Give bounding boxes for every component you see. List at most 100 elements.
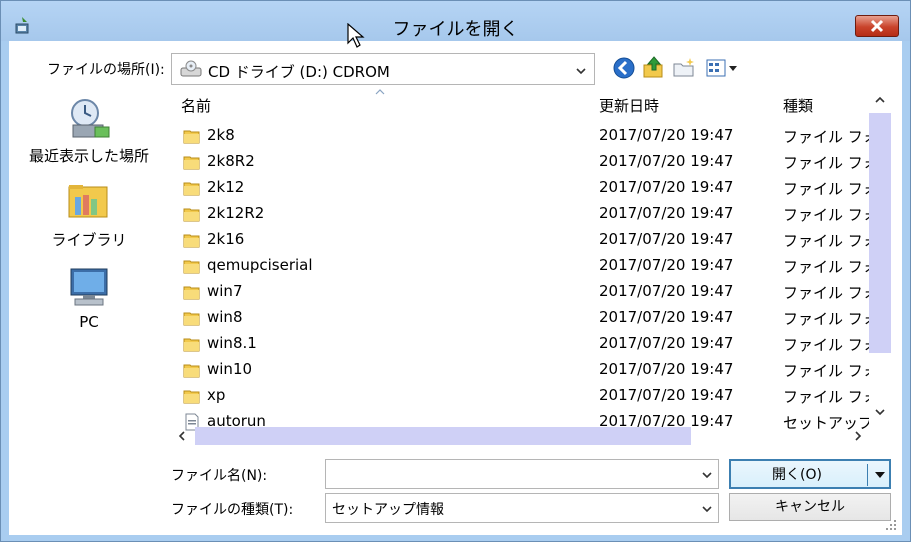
open-button[interactable]: 開く(O) bbox=[729, 459, 891, 489]
file-type: ファイル フォルダー bbox=[783, 258, 869, 276]
file-row[interactable]: 2k8 2017/07/20 19:47 ファイル フォルダー bbox=[171, 123, 871, 149]
file-name: 2k12 bbox=[207, 178, 245, 196]
file-type: ファイル フォルダー bbox=[783, 284, 869, 302]
chevron-down-icon[interactable] bbox=[574, 64, 588, 78]
file-name: xp bbox=[207, 386, 226, 404]
chevron-down-icon[interactable] bbox=[700, 502, 714, 516]
libraries-icon bbox=[68, 185, 108, 218]
places-bar: 最近表示した場所 ライブラリ PC bbox=[9, 91, 169, 421]
file-date: 2017/07/20 19:47 bbox=[599, 386, 734, 404]
vertical-scroll-thumb[interactable] bbox=[869, 113, 891, 353]
file-row[interactable]: 2k8R2 2017/07/20 19:47 ファイル フォルダー bbox=[171, 149, 871, 175]
file-type: ファイル フォルダー bbox=[783, 232, 869, 250]
scroll-right-icon[interactable] bbox=[851, 429, 865, 443]
file-row[interactable]: win10 2017/07/20 19:47 ファイル フォルダー bbox=[171, 357, 871, 383]
file-name: win8 bbox=[207, 308, 243, 326]
place-recent-label: 最近表示した場所 bbox=[28, 147, 149, 165]
place-pc-label: PC bbox=[79, 313, 99, 331]
location-combo[interactable]: CD ドライブ (D:) CDROM bbox=[171, 53, 595, 85]
new-folder-icon[interactable] bbox=[671, 55, 697, 81]
file-type: ファイル フォルダー bbox=[783, 310, 869, 328]
recent-places-icon bbox=[71, 99, 110, 138]
filename-combo[interactable] bbox=[325, 459, 719, 489]
file-name: win10 bbox=[207, 360, 253, 378]
folder-icon bbox=[183, 182, 200, 196]
file-row[interactable]: qemupciserial 2017/07/20 19:47 ファイル フォルダー bbox=[171, 253, 871, 279]
folder-icon bbox=[183, 390, 200, 404]
file-type: ファイル フォルダー bbox=[783, 362, 869, 380]
sort-ascending-icon bbox=[375, 89, 385, 95]
computer-icon bbox=[70, 268, 108, 306]
resize-grip-icon[interactable] bbox=[885, 519, 897, 531]
filename-input[interactable] bbox=[330, 463, 694, 487]
column-header-type[interactable]: 種類 bbox=[783, 95, 813, 116]
column-header-date[interactable]: 更新日時 bbox=[599, 95, 659, 116]
file-name: 2k8R2 bbox=[207, 152, 255, 170]
folder-icon bbox=[183, 130, 200, 144]
close-button[interactable] bbox=[855, 15, 899, 37]
scroll-up-icon[interactable] bbox=[873, 93, 887, 107]
open-button-label: 開く(O) bbox=[772, 467, 822, 483]
file-row[interactable]: win7 2017/07/20 19:47 ファイル フォルダー bbox=[171, 279, 871, 305]
file-row[interactable]: 2k12R2 2017/07/20 19:47 ファイル フォルダー bbox=[171, 201, 871, 227]
file-date: 2017/07/20 19:47 bbox=[599, 360, 734, 378]
cd-drive-icon bbox=[180, 60, 202, 77]
file-date: 2017/07/20 19:47 bbox=[599, 230, 734, 248]
horizontal-scroll-thumb[interactable] bbox=[195, 427, 691, 445]
folder-icon bbox=[183, 312, 200, 326]
filename-label: ファイル名(N): bbox=[171, 468, 268, 484]
scroll-left-icon[interactable] bbox=[175, 429, 189, 443]
file-type: ファイル フォルダー bbox=[783, 206, 869, 224]
filetype-value: セットアップ情報 bbox=[332, 502, 444, 518]
file-name: 2k16 bbox=[207, 230, 245, 248]
file-date: 2017/07/20 19:47 bbox=[599, 152, 734, 170]
file-date: 2017/07/20 19:47 bbox=[599, 334, 734, 352]
file-list[interactable]: 名前 更新日時 種類 2k8 2017/07/20 19:47 ファイル フォルダー… bbox=[171, 89, 891, 473]
file-row[interactable]: win8 2017/07/20 19:47 ファイル フォルダー bbox=[171, 305, 871, 331]
window-title: ファイルを開く bbox=[392, 19, 519, 40]
file-row[interactable]: 2k16 2017/07/20 19:47 ファイル フォルダー bbox=[171, 227, 871, 253]
file-row[interactable]: xp 2017/07/20 19:47 ファイル フォルダー bbox=[171, 383, 871, 409]
column-header-name[interactable]: 名前 bbox=[181, 95, 211, 116]
cancel-button[interactable]: キャンセル bbox=[729, 493, 891, 521]
file-type: ファイル フォルダー bbox=[783, 388, 869, 406]
dialog-client: ファイルの場所(I): CD ドライブ (D:) CDROM 最近表示した場所 … bbox=[9, 41, 902, 535]
folder-icon bbox=[183, 338, 200, 352]
file-name: win8.1 bbox=[207, 334, 257, 352]
file-open-dialog: ファイルを開く ファイルの場所(I): CD ドライブ (D:) CDROM 最… bbox=[0, 0, 911, 542]
file-date: 2017/07/20 19:47 bbox=[599, 256, 734, 274]
file-type: ファイル フォルダー bbox=[783, 154, 869, 172]
title-bar[interactable]: ファイルを開く bbox=[1, 1, 910, 41]
filetype-label: ファイルの種類(T): bbox=[171, 502, 294, 518]
file-date: 2017/07/20 19:47 bbox=[599, 308, 734, 326]
folder-icon bbox=[183, 234, 200, 248]
up-folder-icon[interactable] bbox=[641, 55, 667, 81]
file-row[interactable]: win8.1 2017/07/20 19:47 ファイル フォルダー bbox=[171, 331, 871, 357]
file-name: 2k12R2 bbox=[207, 204, 265, 222]
open-dropdown-icon[interactable] bbox=[874, 469, 886, 481]
file-date: 2017/07/20 19:47 bbox=[599, 126, 734, 144]
folder-icon bbox=[183, 208, 200, 222]
folder-icon bbox=[183, 156, 200, 170]
horizontal-scrollbar[interactable] bbox=[171, 425, 869, 447]
view-menu-icon[interactable] bbox=[705, 55, 741, 81]
file-date: 2017/07/20 19:47 bbox=[599, 204, 734, 222]
file-type: ファイル フォルダー bbox=[783, 128, 869, 146]
filetype-select[interactable]: セットアップ情報 bbox=[325, 493, 719, 523]
file-date: 2017/07/20 19:47 bbox=[599, 178, 734, 196]
chevron-down-icon[interactable] bbox=[700, 468, 714, 482]
mouse-cursor-icon bbox=[347, 23, 365, 48]
location-label: ファイルの場所(I): bbox=[47, 62, 165, 78]
location-value: CD ドライブ (D:) CDROM bbox=[208, 63, 390, 81]
folder-icon bbox=[183, 364, 200, 378]
file-name: 2k8 bbox=[207, 126, 235, 144]
close-icon bbox=[870, 19, 884, 33]
back-icon[interactable] bbox=[611, 55, 637, 81]
file-name: win7 bbox=[207, 282, 243, 300]
scroll-down-icon[interactable] bbox=[873, 405, 887, 419]
file-date: 2017/07/20 19:47 bbox=[599, 282, 734, 300]
folder-icon bbox=[183, 286, 200, 300]
vertical-scrollbar[interactable] bbox=[869, 89, 891, 425]
file-name: qemupciserial bbox=[207, 256, 313, 274]
file-row[interactable]: 2k12 2017/07/20 19:47 ファイル フォルダー bbox=[171, 175, 871, 201]
